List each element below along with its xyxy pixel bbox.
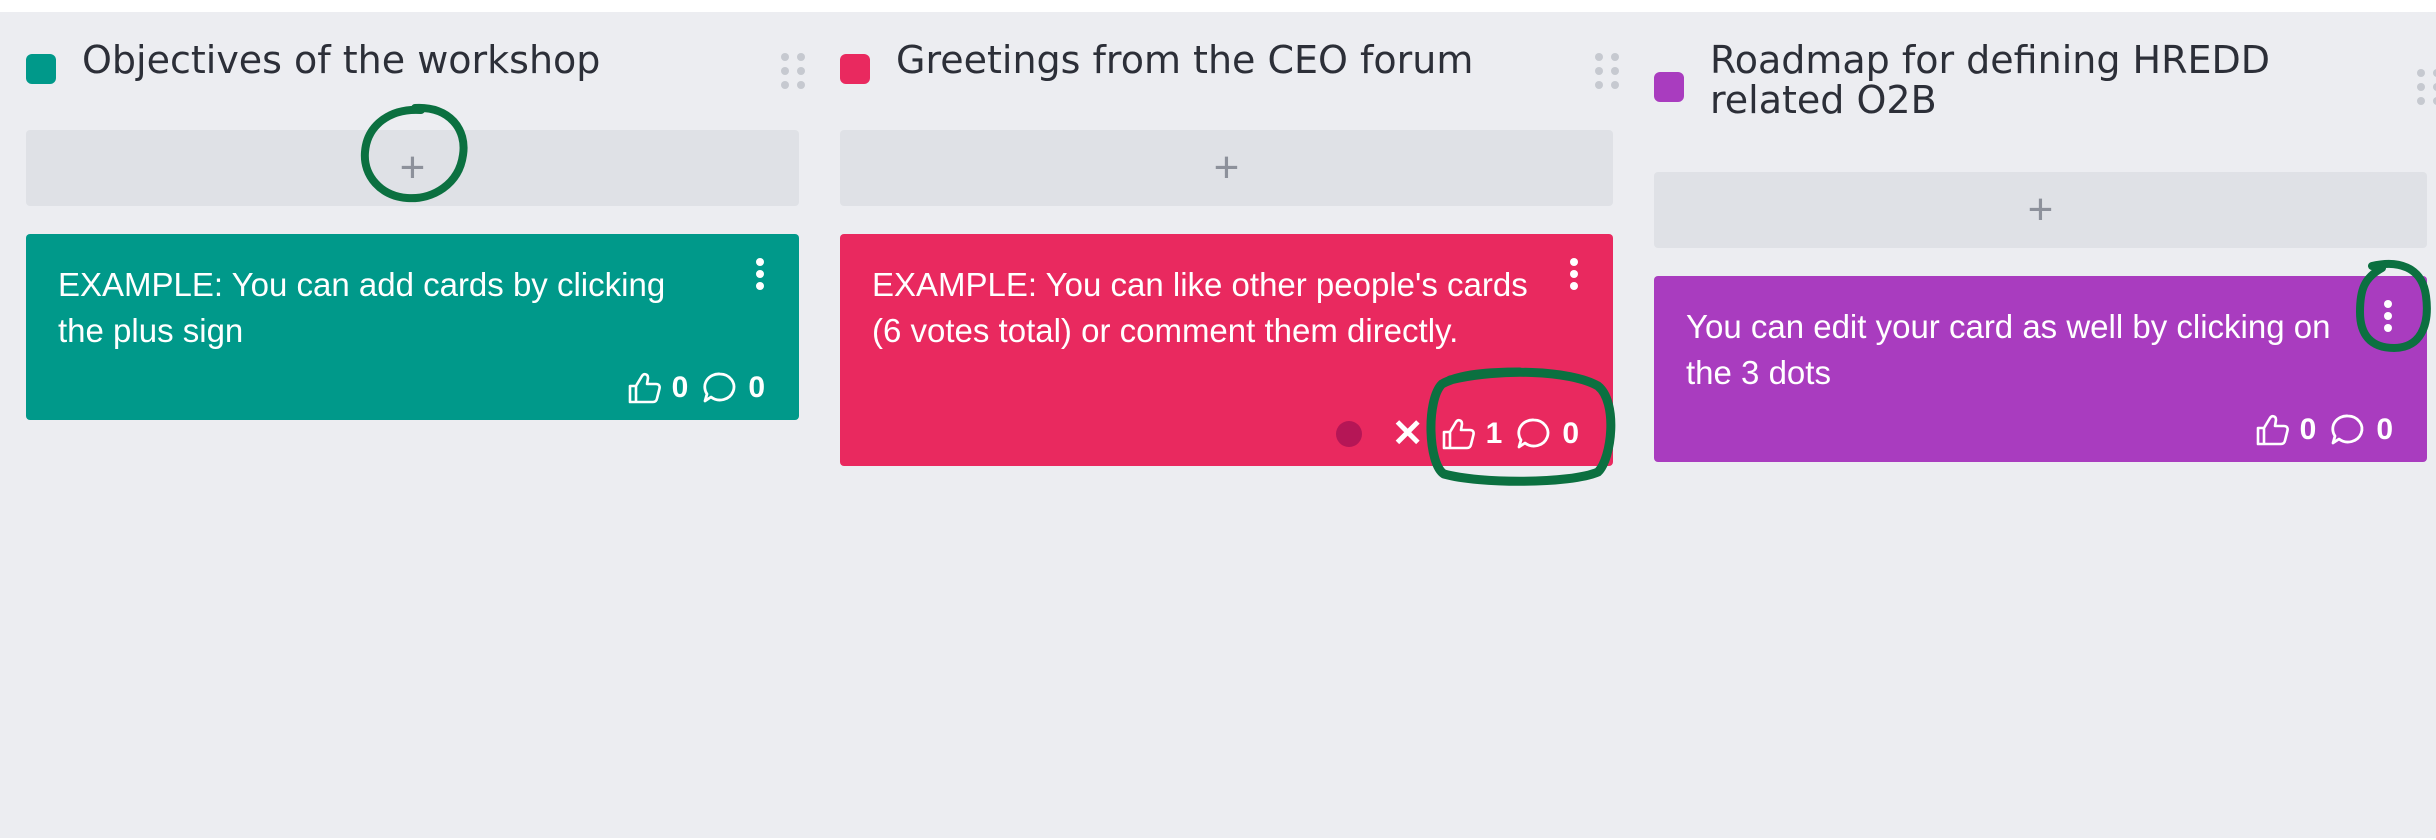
comment-icon: [2331, 414, 2364, 445]
comment-icon: [1517, 418, 1550, 449]
card-footer: 0 0: [626, 370, 769, 406]
remove-vote-button[interactable]: ✕: [1392, 415, 1424, 453]
add-card-button[interactable]: +: [26, 130, 799, 206]
comment-button[interactable]: [1516, 416, 1552, 452]
card[interactable]: EXAMPLE: You can like other people's car…: [840, 234, 1613, 466]
drag-handle-icon[interactable]: [2409, 64, 2436, 110]
card-menu-icon[interactable]: [1561, 254, 1587, 300]
column-header: Objectives of the workshop: [26, 12, 805, 112]
like-count: 0: [671, 371, 689, 404]
card[interactable]: EXAMPLE: You can add cards by clicking t…: [26, 234, 799, 420]
column-header: Greetings from the CEO forum: [840, 12, 1619, 112]
comment-count: 0: [2376, 413, 2393, 446]
add-card-button[interactable]: +: [840, 130, 1613, 206]
thumbs-up-icon: [2256, 414, 2289, 446]
like-button[interactable]: [1440, 416, 1476, 452]
column-color-swatch: [26, 54, 56, 84]
column-title: Objectives of the workshop: [82, 38, 601, 82]
card-text: EXAMPLE: You can like other people's car…: [872, 266, 1528, 349]
like-button[interactable]: [626, 370, 662, 406]
card-text: You can edit your card as well by clicki…: [1686, 308, 2331, 391]
comment-button[interactable]: [702, 370, 738, 406]
column-color-swatch: [1654, 72, 1684, 102]
vote-indicator-dot: [1335, 421, 1362, 447]
drag-handle-icon[interactable]: [773, 48, 813, 94]
comment-button[interactable]: [2330, 412, 2366, 448]
column-greetings: Greetings from the CEO forum + EXAMPLE: …: [840, 12, 1619, 466]
column-title: Greetings from the CEO forum: [896, 38, 1474, 82]
column-color-swatch: [840, 54, 870, 84]
column-objectives: Objectives of the workshop + EXAMPLE: Yo…: [26, 12, 805, 420]
card-menu-icon[interactable]: [2375, 296, 2401, 342]
card-footer: 0 0: [2254, 412, 2397, 448]
column-roadmap: Roadmap for defining HREDD related O2B +…: [1654, 12, 2436, 462]
card-text: EXAMPLE: You can add cards by clicking t…: [58, 266, 666, 349]
add-card-button[interactable]: +: [1654, 172, 2427, 248]
like-count: 1: [1485, 417, 1503, 450]
drag-handle-icon[interactable]: [1587, 48, 1627, 94]
comment-count: 0: [748, 371, 765, 404]
like-button[interactable]: [2254, 412, 2290, 448]
like-count: 0: [2299, 413, 2317, 446]
retro-board: Objectives of the workshop + EXAMPLE: Yo…: [0, 12, 2436, 838]
comment-count: 0: [1562, 417, 1579, 450]
card-footer: ✕ 1 0: [1335, 415, 1583, 453]
thumbs-up-icon: [628, 372, 661, 404]
column-title: Roadmap for defining HREDD related O2B: [1710, 38, 2271, 122]
thumbs-up-icon: [1442, 418, 1475, 450]
column-header: Roadmap for defining HREDD related O2B: [1654, 12, 2436, 120]
card-menu-icon[interactable]: [747, 254, 773, 300]
comment-icon: [703, 372, 736, 403]
card[interactable]: You can edit your card as well by clicki…: [1654, 276, 2427, 462]
